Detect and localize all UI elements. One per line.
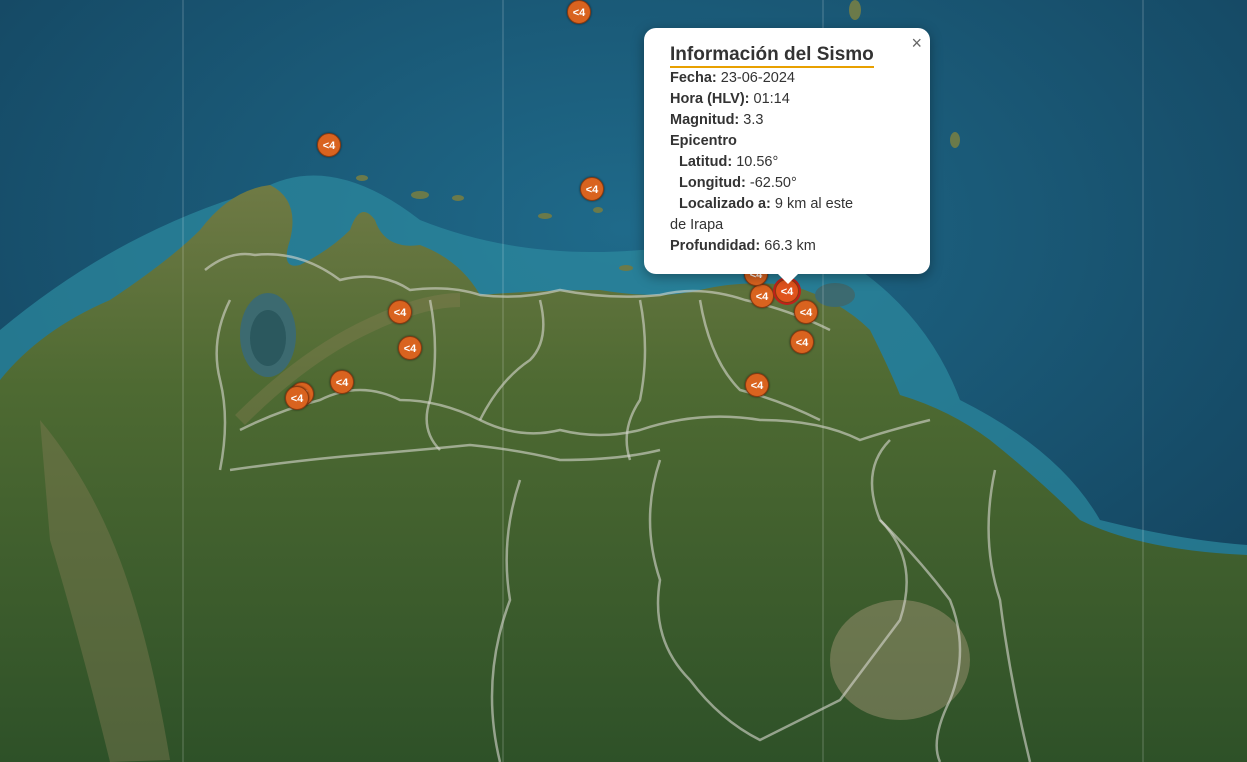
earthquake-marker[interactable]: <4 xyxy=(330,370,354,394)
earthquake-marker[interactable]: <4 xyxy=(317,133,341,157)
earthquake-info-popup: × Información del Sismo Fecha: 23-06-202… xyxy=(644,28,930,284)
earthquake-marker[interactable]: <4 xyxy=(398,336,422,360)
longitude-row: Longitud: -62.50° xyxy=(670,173,904,194)
earthquake-marker[interactable]: <4 xyxy=(580,177,604,201)
time-label: Hora (HLV): xyxy=(670,91,750,107)
location-continued: de Irapa xyxy=(670,217,724,233)
time-value: 01:14 xyxy=(753,91,790,107)
magnitude-label: Magnitud: xyxy=(670,112,740,128)
latitude-label: Latitud: xyxy=(679,154,733,170)
earthquake-marker[interactable]: <4 xyxy=(750,284,774,308)
time-row: Hora (HLV): 01:14 xyxy=(670,89,904,110)
depth-value: 66.3 km xyxy=(764,238,816,254)
earthquake-marker[interactable]: <4 xyxy=(567,0,591,24)
map-base xyxy=(0,0,1247,762)
date-label: Fecha: xyxy=(670,70,717,86)
earthquake-marker[interactable]: <4 xyxy=(388,300,412,324)
date-value: 23-06-2024 xyxy=(720,70,795,86)
latitude-value: 10.56° xyxy=(736,154,779,170)
depth-label: Profundidad: xyxy=(670,238,761,254)
location-value: 9 km al este xyxy=(774,196,854,212)
popup-tip xyxy=(778,274,798,284)
earthquake-marker[interactable]: <4 xyxy=(745,373,769,397)
longitude-value: -62.50° xyxy=(749,175,797,191)
satellite-map[interactable]: <4 <4 <4 <4 <4 <4 <4 <4 <4 <4 <4 <4 <4 <… xyxy=(0,0,1247,762)
earthquake-marker[interactable]: <4 xyxy=(794,300,818,324)
epicenter-heading: Epicentro xyxy=(670,131,904,152)
depth-row: Profundidad: 66.3 km xyxy=(670,236,904,257)
date-row: Fecha: 23-06-2024 xyxy=(670,68,904,89)
location-row: Localizado a: 9 km al este xyxy=(670,194,904,215)
magnitude-row: Magnitud: 3.3 xyxy=(670,110,904,131)
popup-title: Información del Sismo xyxy=(670,44,874,68)
location-label: Localizado a: xyxy=(679,196,771,212)
magnitude-value: 3.3 xyxy=(743,112,764,128)
earthquake-marker[interactable]: <4 xyxy=(285,386,309,410)
latitude-row: Latitud: 10.56° xyxy=(670,152,904,173)
epicenter-label: Epicentro xyxy=(670,133,737,149)
earthquake-marker[interactable]: <4 xyxy=(790,330,814,354)
close-icon[interactable]: × xyxy=(911,34,922,52)
longitude-label: Longitud: xyxy=(679,175,746,191)
